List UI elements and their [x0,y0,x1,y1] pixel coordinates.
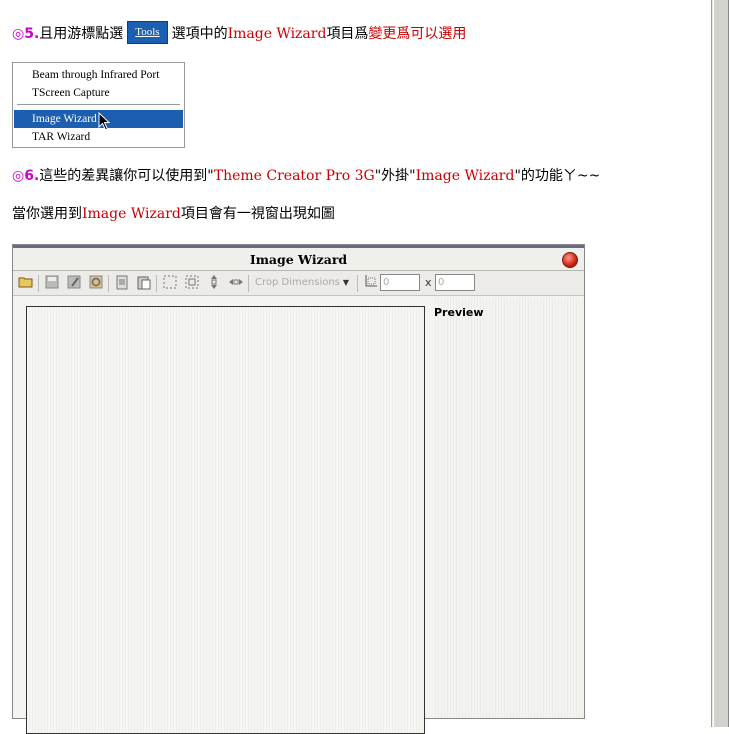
step6-text2: "外掛" [374,168,416,184]
crop-select-icon[interactable] [161,274,179,292]
tools-dropdown-menu: Beam through Infrared Port TScreen Captu… [12,62,185,148]
step6-text3: "的功能ㄚ~~ [514,168,601,184]
menu-item-image-wizard-label: Image Wizard [32,113,97,125]
toolbar-separator [357,275,358,292]
menu-item-tar-wizard-label: TAR Wizard [32,131,91,143]
crop-origin-icon [361,274,379,292]
tools-menu-button[interactable]: Tools [127,21,168,44]
step6-item: Image Wizard [415,168,515,184]
width-input[interactable]: 0 [380,274,420,291]
step5-text3: 項目爲 [326,26,369,42]
flip-vertical-icon[interactable] [205,274,223,292]
intro-item: Image Wizard [82,206,181,222]
intro-text1: 當你選用到 [12,206,82,222]
toolbar-separator [156,275,157,292]
step5-text4: 變更爲可以選用 [368,26,467,42]
image-wizard-window: Image Wizard Crop Dimensions ▼ 0 x 0 Pre… [12,244,585,734]
open-folder-icon[interactable] [17,274,35,292]
save-as-icon[interactable] [65,274,83,292]
close-icon[interactable] [562,252,578,268]
scrollbar-thumb[interactable] [713,0,729,727]
copy-icon[interactable] [113,274,131,292]
step5-item: Image Wizard [227,26,327,42]
image-canvas[interactable] [26,306,425,734]
step6-app: Theme Creator Pro 3G [213,168,375,184]
step5-marker: ◎5. [12,26,40,42]
vertical-scrollbar[interactable] [711,0,729,727]
step6-text1: 這些的差異讓你可以使用到" [39,168,214,184]
crop-dimensions-label: Crop Dimensions [255,277,340,288]
toolbar-separator [248,275,249,292]
menu-item-beam[interactable]: Beam through Infrared Port [14,66,183,84]
toolbar-separator [108,275,109,292]
menu-item-screen-capture-label: TScreen Capture [32,87,110,99]
step5-text1: 且用游標點選 [39,26,124,42]
step6-marker: ◎6. [12,168,40,184]
title-bar[interactable]: Image Wizard [13,245,584,271]
flip-horizontal-icon[interactable] [227,274,245,292]
paste-icon[interactable] [135,274,153,292]
chevron-down-icon: ▼ [342,278,349,287]
step6-line: ◎6.這些的差異讓你可以使用到"Theme Creator Pro 3G"外掛"… [12,167,600,185]
step5-text2: 選項中的 [171,26,228,42]
menu-separator [17,104,180,105]
menu-item-beam-label: Beam through Infrared Port [32,69,160,81]
preview-panel [433,297,584,718]
cursor-arrow-icon [98,112,111,131]
menu-item-screen-capture[interactable]: TScreen Capture [14,84,183,102]
intro-text2: 項目會有一視窗出現如圖 [180,206,335,222]
crop-fit-icon[interactable] [183,274,201,292]
preview-label: Preview [434,306,484,319]
save-icon[interactable] [43,274,61,292]
dimension-x-label: x [425,276,432,289]
toolbar: Crop Dimensions ▼ 0 x 0 [13,271,584,296]
window-title: Image Wizard [249,252,348,267]
step5-line: ◎5.且用游標點選 Tools 選項中的Image Wizard項目爲變更爲可以選用 [12,21,466,44]
height-input[interactable]: 0 [435,274,475,291]
intro-line: 當你選用到Image Wizard項目會有一視窗出現如圖 [12,205,335,223]
revert-icon[interactable] [87,274,105,292]
crop-dimensions-dropdown[interactable]: Crop Dimensions ▼ [253,274,353,292]
toolbar-separator [38,275,39,292]
